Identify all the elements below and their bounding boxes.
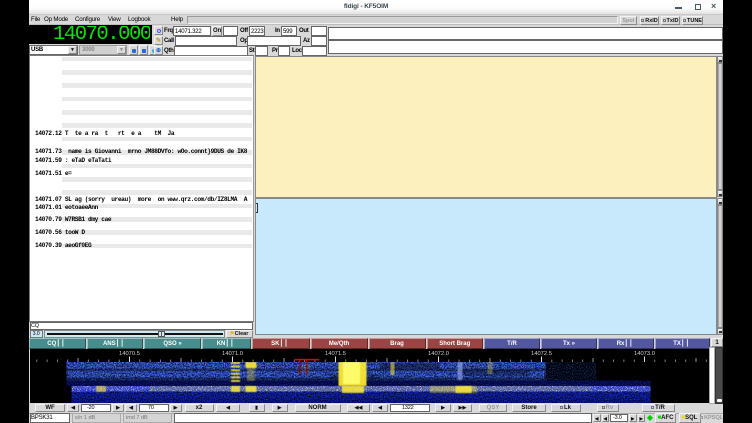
svg-text:14073.0: 14073.0	[634, 351, 655, 357]
svg-text:14070.5: 14070.5	[119, 351, 140, 357]
svg-text:14071.0: 14071.0	[222, 351, 243, 357]
svg-text:14071.5: 14071.5	[325, 351, 346, 357]
svg-text:14072.0: 14072.0	[428, 351, 449, 357]
svg-text:14072.5: 14072.5	[531, 351, 552, 357]
